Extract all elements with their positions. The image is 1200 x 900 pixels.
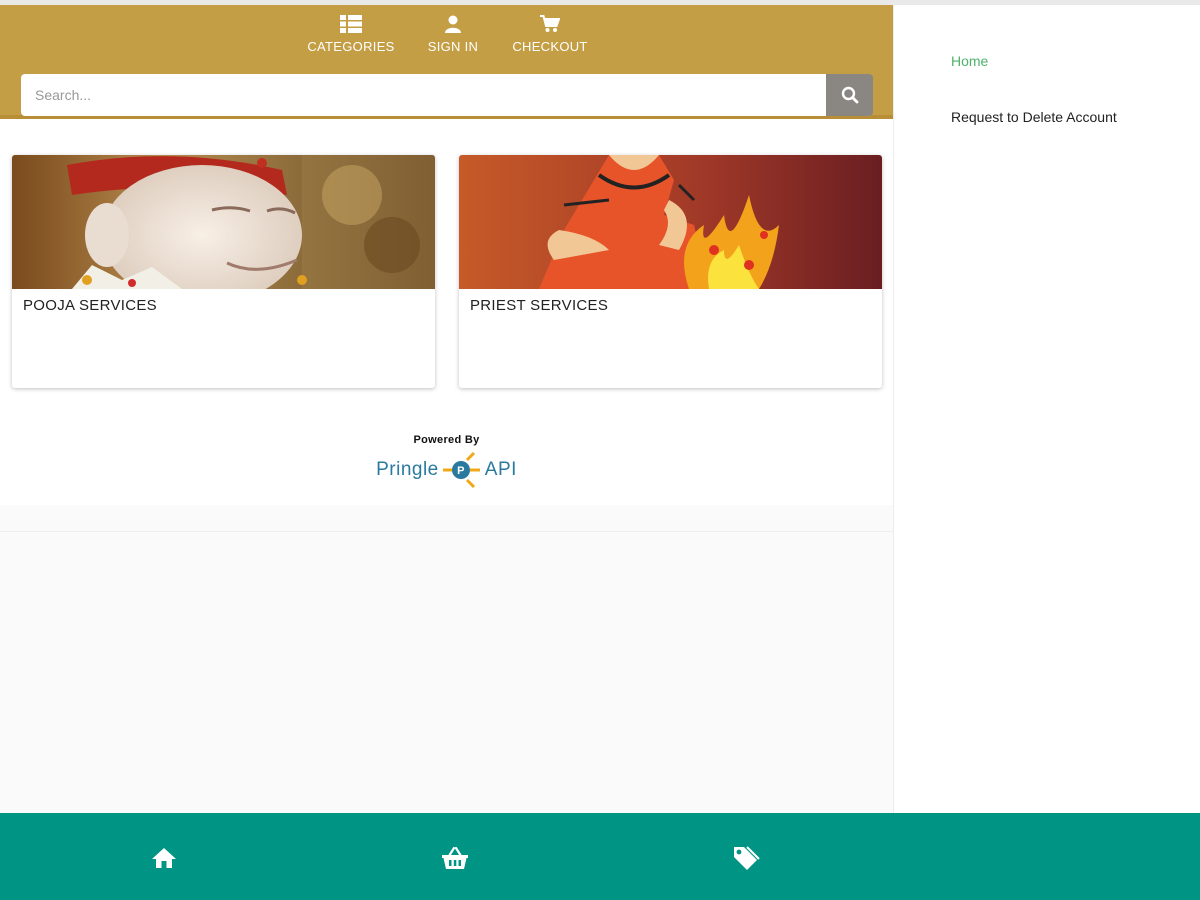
pringle-api-logo[interactable]: Pringle P API xyxy=(376,452,517,488)
search-bar xyxy=(21,74,873,116)
logo-letter: P xyxy=(457,465,465,477)
nav-categories-label: CATEGORIES xyxy=(307,39,395,54)
list-grid-icon xyxy=(340,15,362,33)
card-title: PRIEST SERVICES xyxy=(470,297,609,314)
search-input[interactable] xyxy=(21,74,826,116)
sidebar-item-home[interactable]: Home xyxy=(951,53,988,69)
nav-checkout-label: CHECKOUT xyxy=(512,39,588,54)
powered-by-label: Powered By xyxy=(413,434,480,446)
home-icon xyxy=(152,848,176,868)
search-icon xyxy=(841,86,858,104)
content-area: POOJA SERVICES PRIEST SERVICES Powered B… xyxy=(0,119,893,505)
top-nav: CATEGORIES SIGN IN CHECKOUT xyxy=(0,15,893,65)
brand-right-text: API xyxy=(484,459,517,480)
nav-sign-in-label: SIGN IN xyxy=(427,39,479,54)
basket-icon xyxy=(442,846,468,869)
sidebar: Home Request to Delete Account xyxy=(893,5,1200,813)
tab-home[interactable] xyxy=(149,843,179,873)
header: CATEGORIES SIGN IN CHECKOUT xyxy=(0,5,893,119)
bottom-tab-bar xyxy=(0,813,1200,900)
section-divider xyxy=(0,531,893,532)
pringle-logo-mark-icon: P xyxy=(442,452,480,488)
sidebar-item-delete-account[interactable]: Request to Delete Account xyxy=(951,109,1117,125)
brand-left-text: Pringle xyxy=(376,459,439,480)
card-pooja-services[interactable]: POOJA SERVICES xyxy=(12,155,435,388)
search-button[interactable] xyxy=(826,74,873,116)
user-icon xyxy=(445,15,461,33)
nav-checkout[interactable]: CHECKOUT xyxy=(495,15,605,54)
card-priest-services[interactable]: PRIEST SERVICES xyxy=(459,155,882,388)
main-panel: CATEGORIES SIGN IN CHECKOUT Search... PO… xyxy=(0,5,893,813)
nav-sign-in[interactable]: SIGN IN xyxy=(398,15,508,54)
card-title: POOJA SERVICES xyxy=(23,297,157,314)
tab-offers[interactable] xyxy=(731,843,761,873)
tag-icon xyxy=(734,846,760,870)
sai-baba-idol-image xyxy=(12,155,435,289)
priest-fire-ritual-image xyxy=(459,155,882,289)
cart-icon xyxy=(540,15,560,32)
powered-by: Powered By Pringle P API xyxy=(0,434,893,488)
tab-basket[interactable] xyxy=(440,843,470,873)
nav-categories[interactable]: CATEGORIES xyxy=(296,15,406,54)
